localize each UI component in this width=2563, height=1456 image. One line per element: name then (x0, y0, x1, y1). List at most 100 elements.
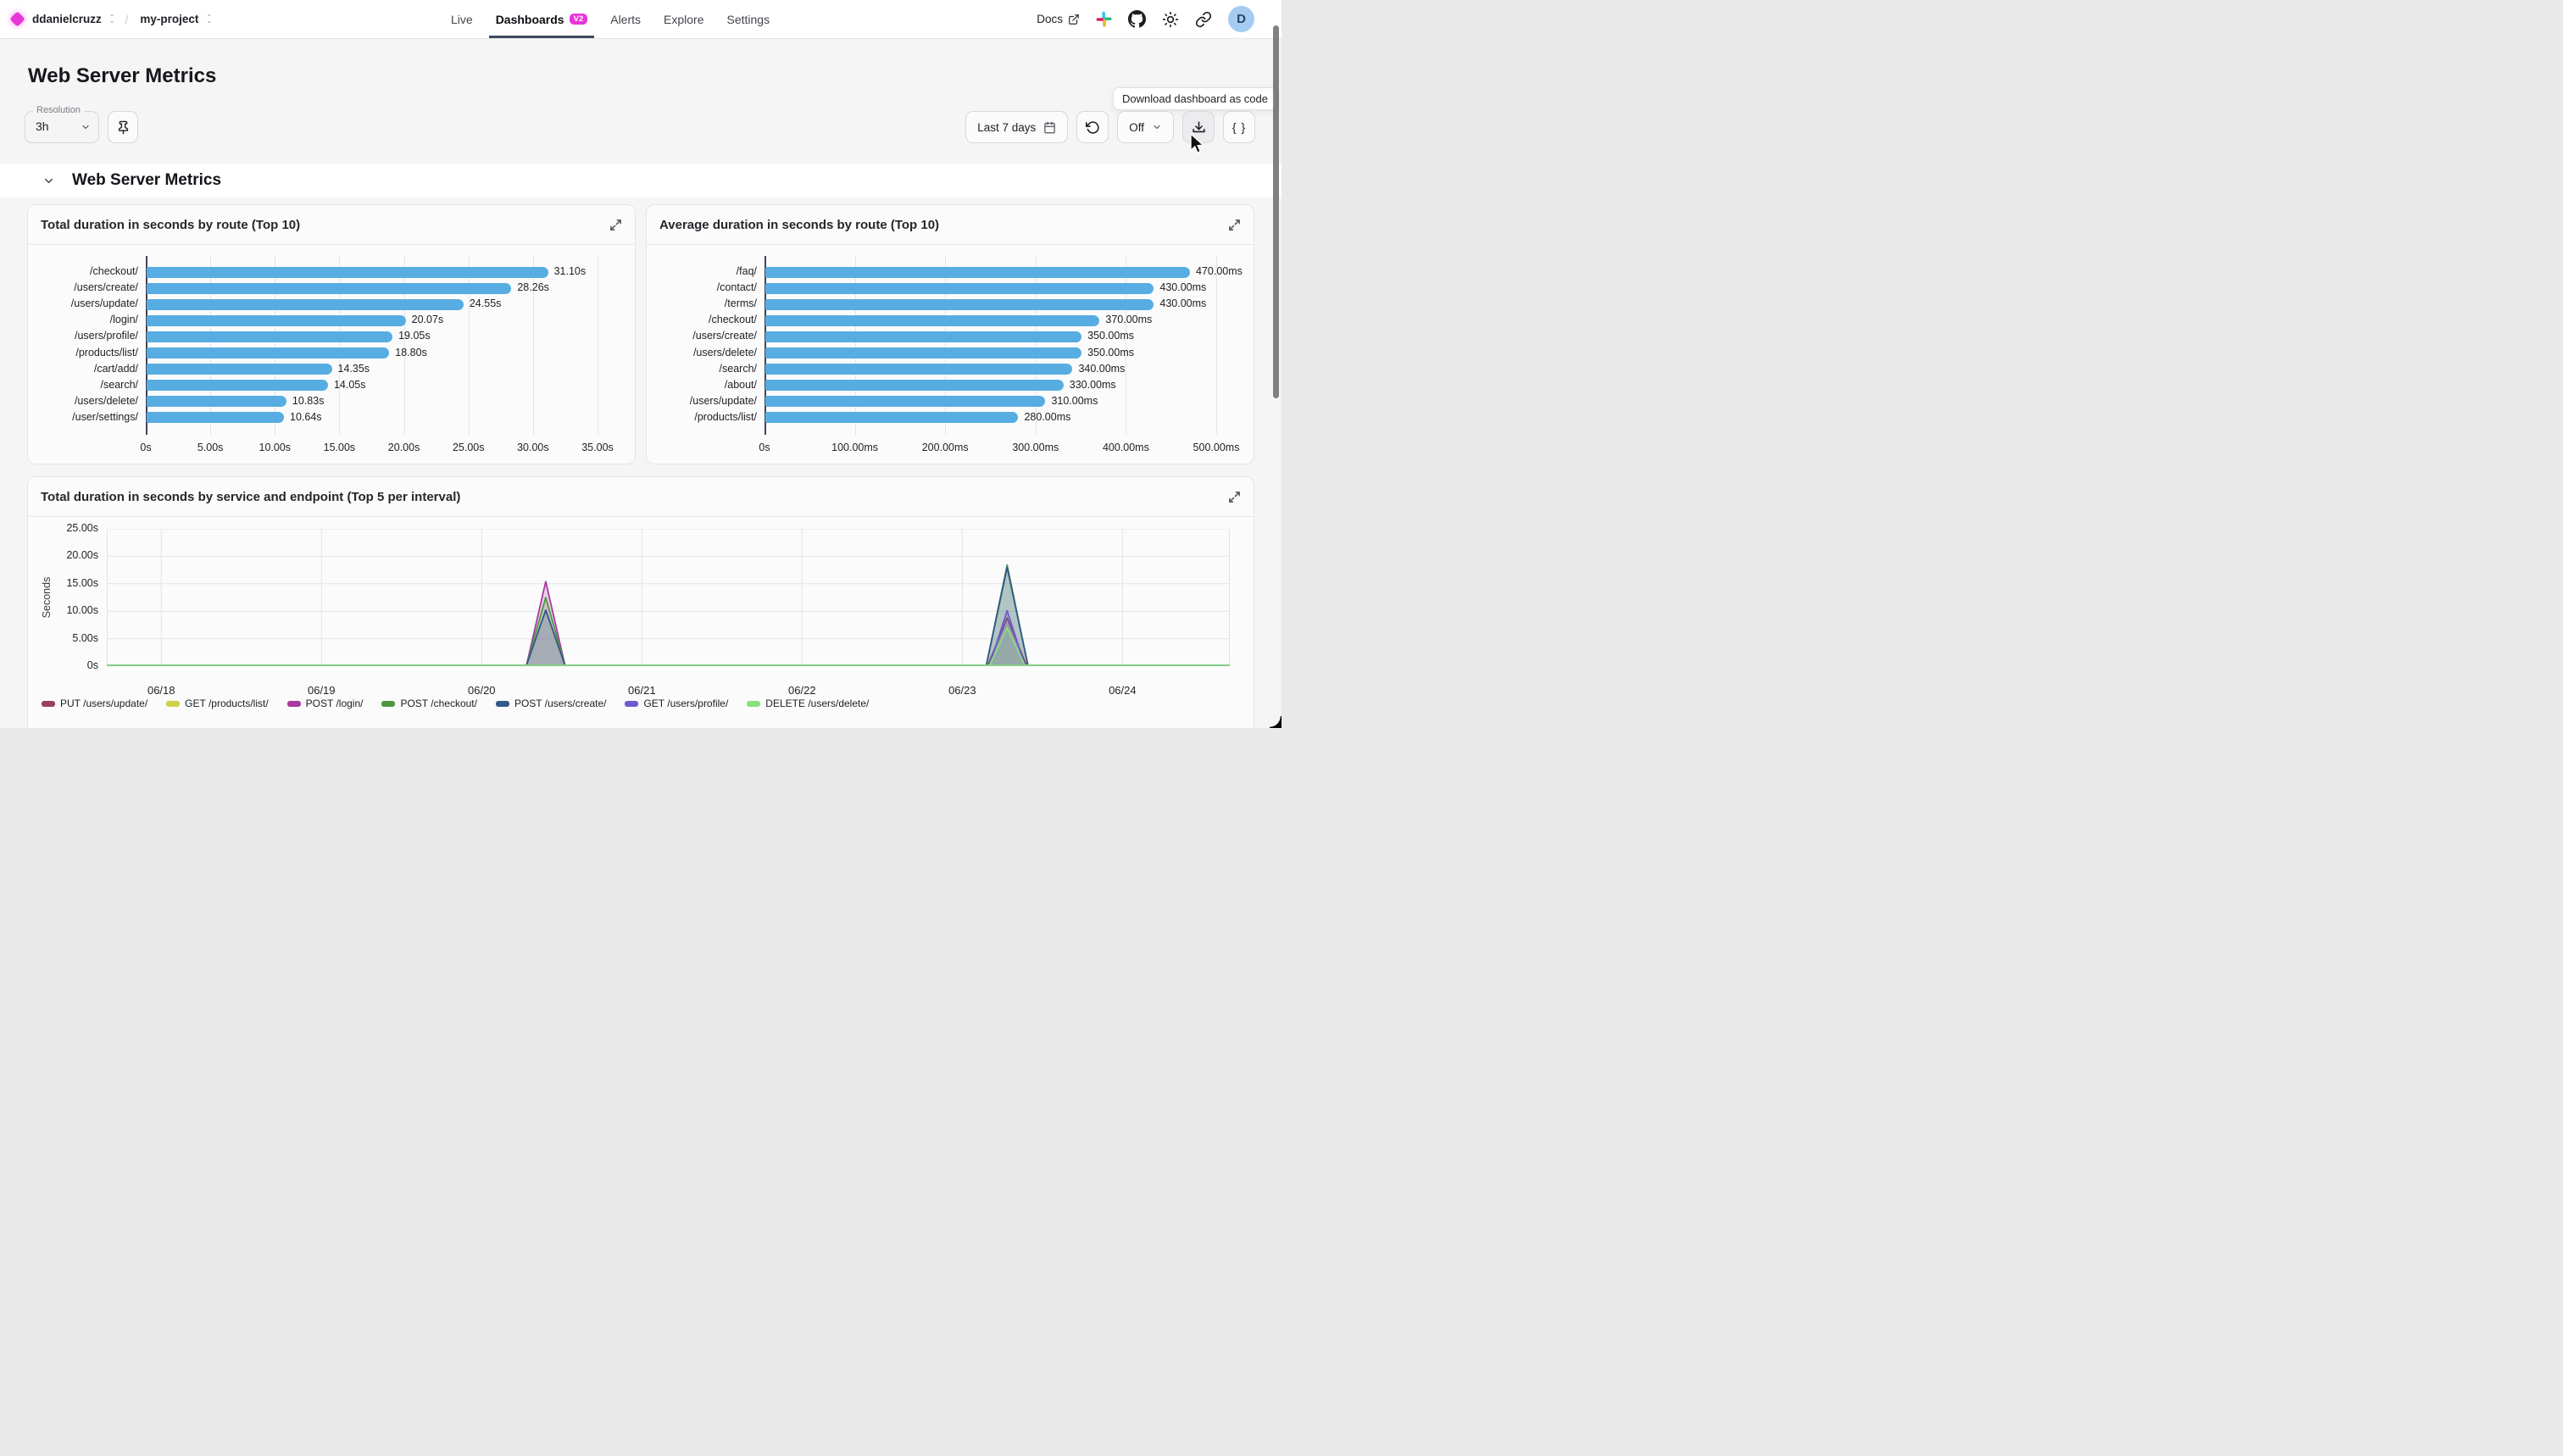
tab-live[interactable]: Live (451, 0, 473, 38)
y-axis-title: Seconds (41, 577, 53, 619)
bar[interactable] (765, 347, 1081, 358)
bar-value-label: 430.00ms (1159, 281, 1206, 293)
tab-settings[interactable]: Settings (727, 0, 770, 38)
time-range-button[interactable]: Last 7 days (965, 111, 1068, 143)
auto-refresh-select[interactable]: Off (1117, 111, 1174, 143)
bar[interactable] (147, 412, 284, 423)
legend-label: POST /users/create/ (514, 697, 607, 709)
expand-panel-button[interactable] (1228, 219, 1241, 231)
bar-category-label: /search/ (647, 363, 757, 375)
legend-item[interactable]: PUT /users/update/ (42, 697, 147, 709)
dashboard-app: ddanielcruzz ⌃⌄ / my-project ⌃⌄ LiveDash… (0, 0, 1282, 728)
legend-swatch (42, 701, 55, 707)
bar[interactable] (765, 315, 1099, 326)
x-tick-label: 35.00s (581, 442, 614, 453)
bar[interactable] (147, 347, 389, 358)
section-header[interactable]: Web Server Metrics (0, 164, 1282, 197)
user-avatar[interactable]: D (1228, 6, 1254, 32)
legend-swatch (381, 701, 395, 707)
calendar-icon (1043, 121, 1056, 134)
project-chevron-updown-icon[interactable]: ⌃⌄ (206, 15, 212, 23)
expand-icon (1228, 491, 1241, 503)
bar[interactable] (765, 412, 1018, 423)
org-selector[interactable]: ddanielcruzz (32, 13, 102, 25)
x-tick-label: 0s (140, 442, 151, 453)
expand-panel-button[interactable] (1228, 491, 1241, 503)
tab-dashboards[interactable]: DashboardsV2 (496, 0, 588, 38)
bar[interactable] (147, 380, 328, 391)
legend-label: POST /checkout/ (400, 697, 477, 709)
docs-link[interactable]: Docs (1037, 13, 1080, 25)
braces-icon: { } (1232, 120, 1246, 134)
bar[interactable] (147, 396, 286, 407)
bar-category-label: /user/settings/ (28, 411, 138, 423)
json-view-button[interactable]: { } (1223, 111, 1255, 143)
bar-category-label: /users/delete/ (28, 395, 138, 407)
bar[interactable] (765, 283, 1154, 294)
x-tick-label: 25.00s (453, 442, 485, 453)
panel-average-duration-by-route: Average duration in seconds by route (To… (646, 204, 1254, 464)
legend-item[interactable]: DELETE /users/delete/ (747, 697, 869, 709)
bar-chart: 0s100.00ms200.00ms300.00ms400.00ms500.00… (647, 245, 1254, 465)
x-tick-label: 400.00ms (1103, 442, 1149, 453)
app-logo-icon[interactable] (9, 11, 25, 26)
bar-value-label: 370.00ms (1105, 314, 1152, 325)
refresh-button[interactable] (1076, 111, 1109, 143)
bar-category-label: /users/create/ (647, 330, 757, 342)
bar[interactable] (147, 267, 548, 278)
panel-header: Total duration in seconds by route (Top … (28, 205, 635, 245)
bar[interactable] (765, 267, 1190, 278)
bar-category-label: /users/delete/ (647, 347, 757, 358)
refresh-icon (1086, 120, 1100, 135)
y-tick-label: 0s (28, 659, 98, 671)
legend-item[interactable]: GET /users/profile/ (625, 697, 728, 709)
x-tick-label: 100.00ms (831, 442, 878, 453)
project-selector[interactable]: my-project (140, 13, 198, 25)
theme-sun-icon[interactable] (1162, 11, 1179, 28)
expand-panel-button[interactable] (609, 219, 622, 231)
bar[interactable] (765, 396, 1045, 407)
bar[interactable] (147, 299, 464, 310)
panel-title: Total duration in seconds by route (Top … (41, 218, 300, 232)
page-title: Web Server Metrics (28, 64, 216, 88)
vertical-scrollbar[interactable] (1273, 25, 1279, 398)
x-tick-label: 06/22 (772, 684, 831, 697)
bar-category-label: /about/ (647, 379, 757, 391)
org-chevron-updown-icon[interactable]: ⌃⌄ (109, 15, 115, 23)
legend-label: PUT /users/update/ (60, 697, 147, 709)
bar[interactable] (765, 299, 1154, 310)
bar-value-label: 14.05s (334, 379, 366, 391)
legend-item[interactable]: POST /checkout/ (381, 697, 477, 709)
x-tick-label: 06/23 (932, 684, 992, 697)
resolution-select[interactable]: Resolution 3h (25, 111, 99, 143)
bar-category-label: /products/list/ (28, 347, 138, 358)
x-tick-label: 30.00s (517, 442, 549, 453)
legend-label: DELETE /users/delete/ (765, 697, 869, 709)
bar[interactable] (147, 283, 511, 294)
legend-label: POST /login/ (306, 697, 364, 709)
download-icon (1192, 120, 1206, 135)
tab-explore[interactable]: Explore (664, 0, 703, 38)
bar[interactable] (147, 315, 406, 326)
x-tick-label: 5.00s (197, 442, 224, 453)
legend-item[interactable]: POST /login/ (287, 697, 364, 709)
legend-swatch (287, 701, 301, 707)
bar[interactable] (147, 364, 332, 375)
pin-resolution-button[interactable] (108, 111, 138, 143)
bar[interactable] (765, 364, 1072, 375)
legend-swatch (747, 701, 760, 707)
dashboard-toolbar: Last 7 days Off { } (965, 111, 1255, 143)
tab-alerts[interactable]: Alerts (610, 0, 641, 38)
bar[interactable] (147, 331, 392, 342)
legend-label: GET /products/list/ (185, 697, 268, 709)
bar[interactable] (765, 331, 1081, 342)
slack-icon[interactable] (1096, 11, 1112, 27)
share-link-icon[interactable] (1195, 11, 1212, 28)
gridline (1216, 256, 1217, 435)
collapse-chevron-icon[interactable] (42, 175, 55, 187)
bar[interactable] (765, 380, 1064, 391)
github-icon[interactable] (1128, 10, 1146, 28)
legend-swatch (625, 701, 638, 707)
legend-item[interactable]: POST /users/create/ (496, 697, 607, 709)
legend-item[interactable]: GET /products/list/ (166, 697, 268, 709)
